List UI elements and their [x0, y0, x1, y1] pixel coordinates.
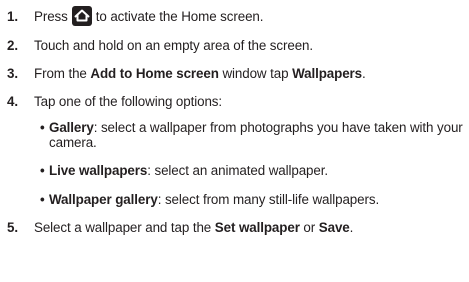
option-name: Gallery: [49, 120, 94, 135]
option-desc: : select an animated wallpaper.: [147, 163, 328, 178]
step-number: 1.: [7, 9, 18, 24]
step-text: Touch and hold on an empty area of the s…: [34, 38, 314, 53]
step-text: window tap: [218, 66, 293, 81]
option-wallpaper-gallery: • Wallpaper gallery: select from many st…: [40, 192, 465, 207]
ui-term: Set wallpaper: [214, 220, 300, 235]
step-number: 5.: [7, 220, 18, 235]
step-number: 2.: [7, 38, 18, 53]
option-desc: : select a wallpaper from photographs yo…: [49, 120, 463, 150]
step-text: Tap one of the following options:: [34, 94, 223, 109]
bullet-mark: •: [40, 192, 45, 207]
ui-term: Save: [318, 220, 350, 235]
home-key-icon: [71, 6, 92, 27]
step-number: 4.: [7, 94, 18, 109]
option-gallery: • Gallery: select a wallpaper from photo…: [40, 120, 465, 150]
option-name: Wallpaper gallery: [49, 192, 158, 207]
instruction-document: 1. Press to activate the Home screen. 2. …: [0, 0, 469, 282]
option-name: Live wallpapers: [49, 163, 148, 178]
option-desc: : select from many still-life wallpapers…: [157, 192, 380, 207]
step-text: Press: [34, 9, 68, 24]
step-text: to activate the Home screen.: [95, 9, 264, 24]
option-live-wallpapers: • Live wallpapers: select an animated wa…: [40, 163, 465, 178]
step-text: Select a wallpaper and tap the: [34, 220, 215, 235]
step-text: or: [299, 220, 319, 235]
bullet-mark: •: [40, 163, 45, 178]
step-text: From the: [34, 66, 91, 81]
step-number: 3.: [7, 66, 18, 81]
ui-term: Wallpapers: [292, 66, 363, 81]
bullet-mark: •: [40, 120, 45, 135]
ui-term: Add to Home screen: [90, 66, 219, 81]
